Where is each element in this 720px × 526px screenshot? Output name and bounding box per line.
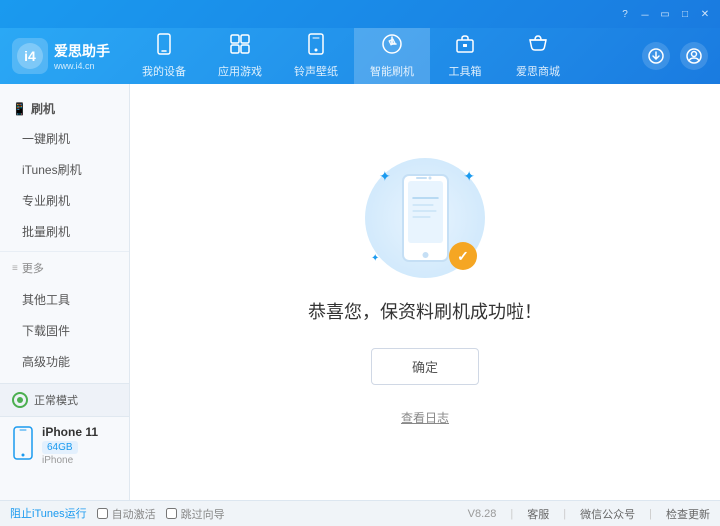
tab-tools-label: 工具箱 bbox=[449, 63, 482, 79]
svg-text:i4: i4 bbox=[24, 48, 36, 64]
skip-guide-checkbox[interactable]: 跳过向导 bbox=[166, 506, 225, 522]
tab-store-label: 爱思商城 bbox=[516, 63, 560, 79]
section-flash-icon: 📱 bbox=[12, 102, 27, 116]
sidebar-item-advanced[interactable]: 高级功能 bbox=[0, 346, 129, 377]
logo-text: 爱思助手 www.i4.cn bbox=[54, 41, 110, 71]
minimize-button[interactable]: － bbox=[638, 7, 652, 21]
app-title: 爱思助手 bbox=[54, 41, 110, 61]
sidebar-item-itunes-flash[interactable]: iTunes刷机 bbox=[0, 154, 129, 185]
device-phone-icon bbox=[12, 426, 34, 466]
sparkle-icon-1: ✦ bbox=[379, 168, 391, 185]
skip-guide-label: 跳过向导 bbox=[181, 506, 225, 522]
sidebar: 📱 刷机 一键刷机 iTunes刷机 专业刷机 批量刷机 ≡ 更多 其他工具 下… bbox=[0, 84, 130, 500]
device-name: iPhone 11 bbox=[42, 425, 98, 439]
tab-smart-flash-label: 智能刷机 bbox=[370, 63, 414, 79]
store-icon bbox=[527, 33, 549, 60]
device-mode-label: 正常模式 bbox=[34, 392, 78, 408]
sparkle-icon-2: ✦ bbox=[463, 168, 475, 185]
support-link[interactable]: 客服 bbox=[527, 506, 549, 522]
mode-dot bbox=[17, 397, 23, 403]
window-controls: ? － ▭ □ ✕ bbox=[618, 7, 712, 21]
success-text: 恭喜您，保资料刷机成功啦！ bbox=[308, 298, 542, 324]
maximize-button[interactable]: □ bbox=[678, 7, 692, 21]
sidebar-section-flash: 📱 刷机 bbox=[0, 94, 129, 123]
sidebar-section-more: ≡ 更多 bbox=[0, 251, 129, 284]
device-type: iPhone bbox=[42, 455, 98, 466]
logo-icon: i4 bbox=[12, 38, 48, 74]
footer-right: V8.28 | 客服 | 微信公众号 | 检查更新 bbox=[468, 506, 710, 522]
auto-activate-input[interactable] bbox=[97, 508, 108, 519]
header-right bbox=[642, 42, 708, 70]
tab-apps-games[interactable]: 应用游戏 bbox=[202, 28, 278, 84]
sidebar-item-other-tools[interactable]: 其他工具 bbox=[0, 284, 129, 315]
mode-indicator bbox=[12, 392, 28, 408]
restore-button[interactable]: ▭ bbox=[658, 7, 672, 21]
tab-my-device[interactable]: 我的设备 bbox=[126, 28, 202, 84]
footer-left: 阻止iTunes运行 自动激活 跳过向导 bbox=[10, 505, 225, 522]
smart-flash-icon bbox=[381, 33, 403, 60]
check-badge: ✓ bbox=[449, 242, 477, 270]
tab-smart-flash[interactable]: 智能刷机 bbox=[354, 28, 430, 84]
logo: i4 爱思助手 www.i4.cn bbox=[12, 38, 110, 74]
sidebar-item-one-click-flash[interactable]: 一键刷机 bbox=[0, 123, 129, 154]
user-button[interactable] bbox=[680, 42, 708, 70]
device-storage: 64GB bbox=[42, 441, 78, 454]
sparkle-icon-3: ✦ bbox=[371, 253, 379, 264]
sidebar-item-batch-flash[interactable]: 批量刷机 bbox=[0, 216, 129, 247]
help-button[interactable]: ? bbox=[618, 7, 632, 21]
main-area: 📱 刷机 一键刷机 iTunes刷机 专业刷机 批量刷机 ≡ 更多 其他工具 下… bbox=[0, 84, 720, 500]
my-device-icon bbox=[153, 33, 175, 60]
phone-circle: ✦ ✦ ✦ ✓ bbox=[365, 158, 485, 278]
version-label: V8.28 bbox=[468, 508, 497, 520]
device-info: iPhone 11 64GB iPhone bbox=[0, 417, 129, 474]
check-log-link[interactable]: 查看日志 bbox=[401, 409, 449, 426]
tab-ringtones[interactable]: 铃声壁纸 bbox=[278, 28, 354, 84]
auto-activate-label: 自动激活 bbox=[112, 506, 156, 522]
check-update-link[interactable]: 检查更新 bbox=[666, 506, 710, 522]
download-button[interactable] bbox=[642, 42, 670, 70]
close-button[interactable]: ✕ bbox=[698, 7, 712, 21]
tab-ringtones-label: 铃声壁纸 bbox=[294, 63, 338, 79]
wechat-link[interactable]: 微信公众号 bbox=[580, 506, 635, 522]
confirm-button[interactable]: 确定 bbox=[371, 348, 479, 385]
sidebar-item-download-firmware[interactable]: 下载固件 bbox=[0, 315, 129, 346]
device-text: iPhone 11 64GB iPhone bbox=[42, 425, 98, 466]
success-illustration: ✦ ✦ ✦ ✓ 恭喜您，保资料刷机成功啦！ 确定 bbox=[308, 158, 542, 426]
content-area: ✦ ✦ ✦ ✓ 恭喜您，保资料刷机成功啦！ 确定 bbox=[130, 84, 720, 500]
footer: 阻止iTunes运行 自动激活 跳过向导 V8.28 | 客服 | 微信公众号 … bbox=[0, 500, 720, 526]
phone-illustration bbox=[398, 173, 453, 263]
skip-guide-input[interactable] bbox=[166, 508, 177, 519]
stop-itunes-link[interactable]: 阻止iTunes运行 bbox=[10, 505, 87, 522]
ringtones-icon bbox=[305, 33, 327, 60]
nav-tabs: 我的设备 应用游戏 铃声壁纸 bbox=[126, 28, 642, 84]
app-subtitle: www.i4.cn bbox=[54, 61, 110, 71]
auto-activate-checkbox[interactable]: 自动激活 bbox=[97, 506, 156, 522]
apps-games-icon bbox=[229, 33, 251, 60]
tab-tools[interactable]: 工具箱 bbox=[430, 28, 500, 84]
header: i4 爱思助手 www.i4.cn 我的设备 bbox=[0, 28, 720, 84]
titlebar: ? － ▭ □ ✕ bbox=[0, 0, 720, 28]
tools-icon bbox=[454, 33, 476, 60]
device-panel: 正常模式 iPhone 11 64GB iPhone bbox=[0, 383, 130, 474]
tab-apps-games-label: 应用游戏 bbox=[218, 63, 262, 79]
device-mode: 正常模式 bbox=[0, 384, 129, 417]
tab-my-device-label: 我的设备 bbox=[142, 63, 186, 79]
sidebar-item-pro-flash[interactable]: 专业刷机 bbox=[0, 185, 129, 216]
tab-store[interactable]: 爱思商城 bbox=[500, 28, 576, 84]
